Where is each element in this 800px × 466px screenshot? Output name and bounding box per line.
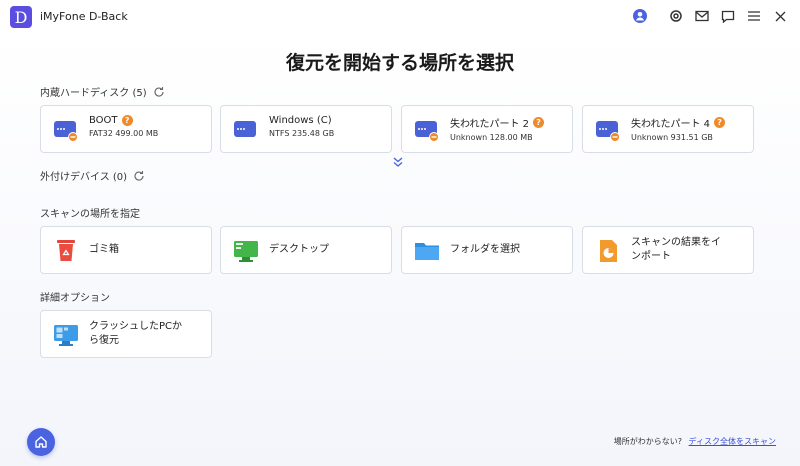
external-devices-label: 外付けデバイス (0) xyxy=(40,168,145,183)
drive-info: FAT32 499.00 MB xyxy=(89,129,159,138)
chat-icon[interactable] xyxy=(718,6,738,26)
drive-name: 失われたパート 4 xyxy=(631,119,711,130)
drive-card-boot[interactable]: BOOT? FAT32 499.00 MB xyxy=(40,105,212,153)
drive-card-windows[interactable]: Windows (C) NTFS 235.48 GB xyxy=(220,105,392,153)
monitor-icon xyxy=(53,323,79,347)
location-card-trash[interactable]: ゴミ箱 xyxy=(40,226,212,274)
window-controls xyxy=(630,6,790,26)
hard-drive-icon xyxy=(595,118,621,142)
scan-locations-label: スキャンの場所を指定 xyxy=(40,209,140,220)
home-button[interactable] xyxy=(27,428,55,456)
chevron-double-down-icon[interactable] xyxy=(391,156,405,168)
location-card-select-folder[interactable]: フォルダを選択 xyxy=(401,226,573,274)
import-results-icon xyxy=(595,239,621,263)
help-badge-icon[interactable]: ? xyxy=(121,115,133,126)
internal-drives-title: 内蔵ハードディスク (5) xyxy=(40,88,147,99)
location-name-line2: ンポート xyxy=(631,251,671,262)
mail-icon[interactable] xyxy=(692,6,712,26)
settings-icon[interactable] xyxy=(666,6,686,26)
drive-info: NTFS 235.48 GB xyxy=(269,129,335,138)
drive-name: Windows (C) xyxy=(269,115,332,126)
location-name: フォルダを選択 xyxy=(450,244,520,255)
drive-name: 失われたパート 2 xyxy=(450,119,530,130)
advanced-name-line2: ら復元 xyxy=(89,335,119,346)
trash-icon xyxy=(53,239,79,263)
scan-entire-disk-link[interactable]: ディスク全体をスキャン xyxy=(689,437,776,446)
main-panel: 復元を開始する場所を選択 内蔵ハードディスク (5) BOOT? FAT32 4… xyxy=(0,32,800,466)
drive-card-lost-part-2[interactable]: 失われたパート 2? Unknown 128.00 MB xyxy=(401,105,573,153)
footer-help: 場所がわからない? ディスク全体をスキャン xyxy=(614,436,776,447)
advanced-card-crashed-pc[interactable]: クラッシュしたPCか ら復元 xyxy=(40,310,212,358)
advanced-options-label: 詳細オプション xyxy=(40,293,110,304)
location-name-line1: スキャンの結果をイ xyxy=(631,237,721,248)
app-title: iMyFone D-Back xyxy=(40,10,128,23)
footer-question: 場所がわからない? xyxy=(613,437,682,446)
location-card-desktop[interactable]: デスクトップ xyxy=(220,226,392,274)
help-badge-icon[interactable]: ? xyxy=(533,117,545,128)
external-devices-title: 外付けデバイス (0) xyxy=(40,172,128,183)
app-logo: D xyxy=(10,6,32,28)
page-title: 復元を開始する場所を選択 xyxy=(285,52,514,74)
close-icon[interactable] xyxy=(770,6,790,26)
advanced-name-line1: クラッシュしたPCか xyxy=(89,321,183,332)
refresh-icon[interactable] xyxy=(153,86,165,98)
location-name: ゴミ箱 xyxy=(89,244,119,255)
hard-drive-icon xyxy=(414,118,440,142)
user-icon[interactable] xyxy=(630,6,650,26)
location-card-import-results[interactable]: スキャンの結果をイ ンポート xyxy=(582,226,754,274)
drive-info: Unknown 931.51 GB xyxy=(631,133,713,142)
hard-drive-icon xyxy=(53,118,79,142)
drive-card-lost-part-4[interactable]: 失われたパート 4? Unknown 931.51 GB xyxy=(582,105,754,153)
internal-drives-label: 内蔵ハードディスク (5) xyxy=(40,84,165,99)
drive-info: Unknown 128.00 MB xyxy=(450,133,533,142)
folder-icon xyxy=(414,239,440,263)
refresh-icon[interactable] xyxy=(133,170,145,182)
location-name: デスクトップ xyxy=(269,244,329,255)
title-bar: D iMyFone D-Back xyxy=(0,0,800,32)
home-icon xyxy=(35,436,47,448)
hard-drive-icon xyxy=(233,118,259,142)
drive-name: BOOT xyxy=(89,115,118,126)
desktop-icon xyxy=(233,239,259,263)
help-badge-icon[interactable]: ? xyxy=(714,117,726,128)
menu-icon[interactable] xyxy=(744,6,764,26)
